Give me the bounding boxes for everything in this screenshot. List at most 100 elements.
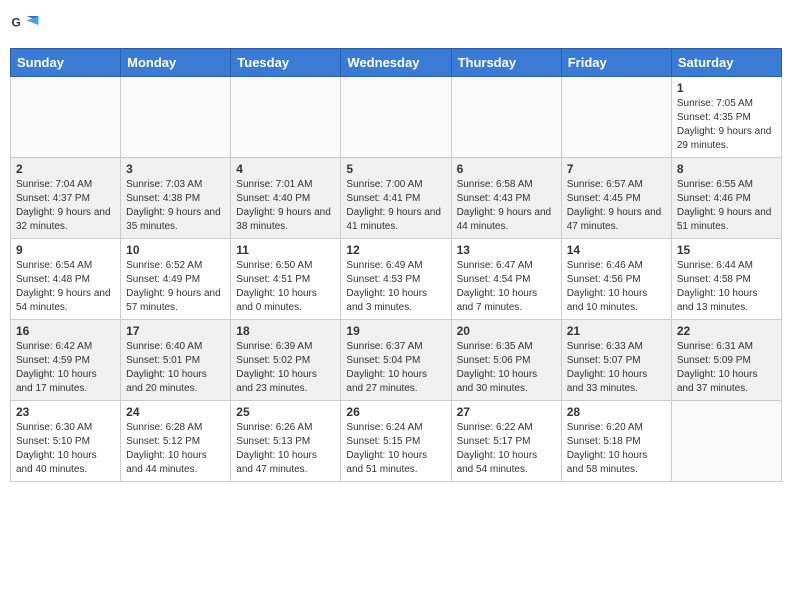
- logo-icon: G: [10, 10, 40, 40]
- day-info: Sunrise: 7:00 AM Sunset: 4:41 PM Dayligh…: [346, 178, 445, 234]
- calendar-cell: 13 Sunrise: 6:47 AM Sunset: 4:54 PM Dayli…: [451, 239, 561, 320]
- calendar-week-row: 1 Sunrise: 7:05 AM Sunset: 4:35 PM Daylig…: [11, 77, 782, 158]
- day-info: Sunrise: 6:57 AM Sunset: 4:45 PM Dayligh…: [567, 178, 666, 234]
- day-info: Sunrise: 6:58 AM Sunset: 4:43 PM Dayligh…: [457, 178, 556, 234]
- calendar-cell: [671, 401, 781, 482]
- day-number: 14: [567, 243, 666, 257]
- calendar-cell: 18 Sunrise: 6:39 AM Sunset: 5:02 PM Dayli…: [231, 320, 341, 401]
- day-number: 18: [236, 324, 335, 338]
- day-number: 7: [567, 162, 666, 176]
- day-number: 13: [457, 243, 556, 257]
- calendar-cell: 4Sunrise: 7:01 AM Sunset: 4:40 PM Daylig…: [231, 158, 341, 239]
- calendar-cell: 11Sunrise: 6:50 AM Sunset: 4:51 PM Dayli…: [231, 239, 341, 320]
- day-info: Sunrise: 6:47 AM Sunset: 4:54 PM Dayligh…: [457, 259, 556, 315]
- day-info: Sunrise: 6:46 AM Sunset: 4:56 PM Dayligh…: [567, 259, 666, 315]
- calendar-cell: [231, 77, 341, 158]
- day-info: Sunrise: 6:24 AM Sunset: 5:15 PM Dayligh…: [346, 421, 445, 477]
- day-info: Sunrise: 6:33 AM Sunset: 5:07 PM Dayligh…: [567, 340, 666, 396]
- day-number: 9: [16, 243, 115, 257]
- calendar-cell: 16 Sunrise: 6:42 AM Sunset: 4:59 PM Dayli…: [11, 320, 121, 401]
- day-number: 2: [16, 162, 115, 176]
- day-info: Sunrise: 6:42 AM Sunset: 4:59 PM Dayligh…: [16, 340, 115, 396]
- calendar-cell: 17 Sunrise: 6:40 AM Sunset: 5:01 PM Dayli…: [121, 320, 231, 401]
- calendar-cell: 27 Sunrise: 6:22 AM Sunset: 5:17 PM Dayli…: [451, 401, 561, 482]
- calendar-cell: 8 Sunrise: 6:55 AM Sunset: 4:46 PM Daylig…: [671, 158, 781, 239]
- calendar-cell: 21 Sunrise: 6:33 AM Sunset: 5:07 PM Dayli…: [561, 320, 671, 401]
- day-number: 3: [126, 162, 225, 176]
- day-info: Sunrise: 7:03 AM Sunset: 4:38 PM Dayligh…: [126, 178, 225, 234]
- calendar-cell: [341, 77, 451, 158]
- calendar-cell: 3 Sunrise: 7:03 AM Sunset: 4:38 PM Daylig…: [121, 158, 231, 239]
- day-info: Sunrise: 6:35 AM Sunset: 5:06 PM Dayligh…: [457, 340, 556, 396]
- weekday-header-friday: Friday: [561, 49, 671, 77]
- calendar-cell: 2 Sunrise: 7:04 AM Sunset: 4:37 PM Daylig…: [11, 158, 121, 239]
- day-info: Sunrise: 6:44 AM Sunset: 4:58 PM Dayligh…: [677, 259, 776, 315]
- calendar-cell: 24 Sunrise: 6:28 AM Sunset: 5:12 PM Dayli…: [121, 401, 231, 482]
- calendar-cell: 6 Sunrise: 6:58 AM Sunset: 4:43 PM Daylig…: [451, 158, 561, 239]
- day-info: Sunrise: 6:30 AM Sunset: 5:10 PM Dayligh…: [16, 421, 115, 477]
- day-info: Sunrise: 6:22 AM Sunset: 5:17 PM Dayligh…: [457, 421, 556, 477]
- day-info: Sunrise: 6:26 AM Sunset: 5:13 PM Dayligh…: [236, 421, 335, 477]
- calendar-week-row: 2 Sunrise: 7:04 AM Sunset: 4:37 PM Daylig…: [11, 158, 782, 239]
- day-number: 6: [457, 162, 556, 176]
- day-number: 28: [567, 405, 666, 419]
- day-number: 10: [126, 243, 225, 257]
- day-info: Sunrise: 6:20 AM Sunset: 5:18 PM Dayligh…: [567, 421, 666, 477]
- day-number: 26: [346, 405, 445, 419]
- day-info: Sunrise: 6:49 AM Sunset: 4:53 PM Dayligh…: [346, 259, 445, 315]
- day-number: 20: [457, 324, 556, 338]
- day-number: 11: [236, 243, 335, 257]
- calendar-week-row: 23 Sunrise: 6:30 AM Sunset: 5:10 PM Dayli…: [11, 401, 782, 482]
- day-number: 23: [16, 405, 115, 419]
- weekday-header-wednesday: Wednesday: [341, 49, 451, 77]
- day-info: Sunrise: 6:40 AM Sunset: 5:01 PM Dayligh…: [126, 340, 225, 396]
- day-number: 17: [126, 324, 225, 338]
- day-info: Sunrise: 6:54 AM Sunset: 4:48 PM Dayligh…: [16, 259, 115, 315]
- weekday-header-monday: Monday: [121, 49, 231, 77]
- day-info: Sunrise: 7:04 AM Sunset: 4:37 PM Dayligh…: [16, 178, 115, 234]
- day-info: Sunrise: 6:39 AM Sunset: 5:02 PM Dayligh…: [236, 340, 335, 396]
- svg-text:G: G: [12, 16, 21, 30]
- day-info: Sunrise: 6:55 AM Sunset: 4:46 PM Dayligh…: [677, 178, 776, 234]
- day-info: Sunrise: 6:28 AM Sunset: 5:12 PM Dayligh…: [126, 421, 225, 477]
- day-info: Sunrise: 7:01 AM Sunset: 4:40 PM Dayligh…: [236, 178, 335, 234]
- calendar-cell: 25 Sunrise: 6:26 AM Sunset: 5:13 PM Dayli…: [231, 401, 341, 482]
- calendar-cell: 28 Sunrise: 6:20 AM Sunset: 5:18 PM Dayli…: [561, 401, 671, 482]
- weekday-header-tuesday: Tuesday: [231, 49, 341, 77]
- weekday-header-sunday: Sunday: [11, 49, 121, 77]
- calendar-cell: 26 Sunrise: 6:24 AM Sunset: 5:15 PM Dayli…: [341, 401, 451, 482]
- day-number: 1: [677, 81, 776, 95]
- calendar-cell: 9 Sunrise: 6:54 AM Sunset: 4:48 PM Daylig…: [11, 239, 121, 320]
- day-number: 21: [567, 324, 666, 338]
- calendar-table: SundayMondayTuesdayWednesdayThursdayFrid…: [10, 48, 782, 482]
- calendar-cell: 7 Sunrise: 6:57 AM Sunset: 4:45 PM Daylig…: [561, 158, 671, 239]
- day-info: Sunrise: 6:31 AM Sunset: 5:09 PM Dayligh…: [677, 340, 776, 396]
- calendar-cell: 12Sunrise: 6:49 AM Sunset: 4:53 PM Dayli…: [341, 239, 451, 320]
- calendar-cell: 19Sunrise: 6:37 AM Sunset: 5:04 PM Dayli…: [341, 320, 451, 401]
- day-number: 8: [677, 162, 776, 176]
- calendar-cell: 23 Sunrise: 6:30 AM Sunset: 5:10 PM Dayli…: [11, 401, 121, 482]
- day-number: 5: [346, 162, 445, 176]
- weekday-header-thursday: Thursday: [451, 49, 561, 77]
- day-number: 16: [16, 324, 115, 338]
- day-number: 22: [677, 324, 776, 338]
- calendar-week-row: 9 Sunrise: 6:54 AM Sunset: 4:48 PM Daylig…: [11, 239, 782, 320]
- day-number: 27: [457, 405, 556, 419]
- weekday-header-saturday: Saturday: [671, 49, 781, 77]
- calendar-cell: [11, 77, 121, 158]
- calendar-cell: [451, 77, 561, 158]
- day-number: 15: [677, 243, 776, 257]
- day-info: Sunrise: 7:05 AM Sunset: 4:35 PM Dayligh…: [677, 97, 776, 153]
- day-number: 24: [126, 405, 225, 419]
- day-info: Sunrise: 6:52 AM Sunset: 4:49 PM Dayligh…: [126, 259, 225, 315]
- day-number: 25: [236, 405, 335, 419]
- weekday-header-row: SundayMondayTuesdayWednesdayThursdayFrid…: [11, 49, 782, 77]
- calendar-cell: 20 Sunrise: 6:35 AM Sunset: 5:06 PM Dayli…: [451, 320, 561, 401]
- header: G: [10, 10, 782, 40]
- calendar-cell: 5 Sunrise: 7:00 AM Sunset: 4:41 PM Daylig…: [341, 158, 451, 239]
- calendar-cell: [121, 77, 231, 158]
- calendar-cell: 22 Sunrise: 6:31 AM Sunset: 5:09 PM Dayli…: [671, 320, 781, 401]
- calendar-cell: 15 Sunrise: 6:44 AM Sunset: 4:58 PM Dayli…: [671, 239, 781, 320]
- calendar-week-row: 16 Sunrise: 6:42 AM Sunset: 4:59 PM Dayli…: [11, 320, 782, 401]
- logo: G: [10, 10, 44, 40]
